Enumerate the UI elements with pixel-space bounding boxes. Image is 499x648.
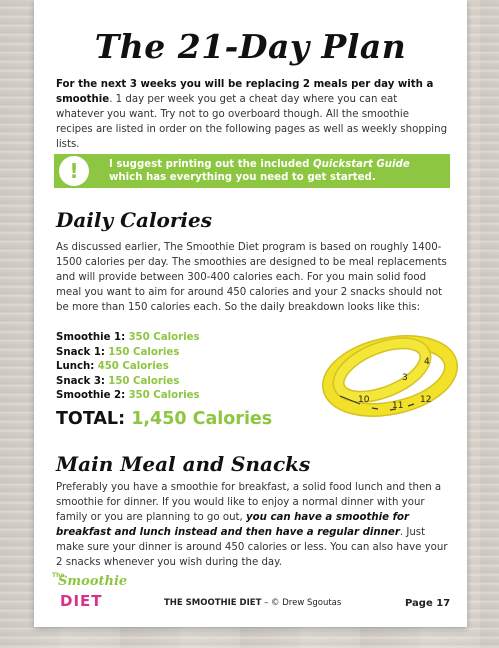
daily-calories-paragraph: As discussed earlier, The Smoothie Diet …	[56, 242, 447, 313]
svg-text:3: 3	[402, 373, 408, 383]
daily-calories-heading: Daily Calories	[56, 208, 213, 232]
document-page: The 21-Day Plan For the next 3 weeks you…	[34, 0, 467, 627]
list-item: Snack 1: 150 Calories	[56, 346, 296, 361]
item-value: 450 Calories	[97, 361, 169, 373]
footer-author: – © Drew Sgoutas	[261, 598, 342, 608]
item-value: 350 Calories	[128, 390, 200, 402]
tip-guide-name: Quickstart Guide	[312, 159, 410, 170]
intro-rest: . 1 day per week you get a cheat day whe…	[56, 94, 448, 150]
smoothie-diet-logo: The Smoothie DIET	[44, 572, 127, 616]
logo-smoothie: Smoothie	[58, 574, 128, 589]
tip-text: I suggest printing out the included Quic…	[109, 158, 439, 184]
item-label: Lunch:	[56, 361, 95, 373]
item-label: Smoothie 1:	[56, 332, 126, 343]
calorie-breakdown-list: Smoothie 1: 350 Calories Snack 1: 150 Ca…	[56, 331, 296, 404]
footer-credit: THE SMOOTHIE DIET – © Drew Sgoutas	[164, 598, 341, 608]
tip-banner: ! I suggest printing out the included Qu…	[54, 154, 450, 188]
list-item: Snack 3: 150 Calories	[56, 375, 296, 390]
list-item: Lunch: 450 Calories	[56, 360, 296, 375]
logo-diet: DIET	[60, 592, 103, 610]
total-calories: TOTAL: 1,450 Calories	[56, 409, 272, 429]
item-value: 150 Calories	[108, 375, 180, 387]
tip-after: which has everything you need to get sta…	[109, 172, 376, 183]
item-value: 150 Calories	[108, 346, 180, 358]
main-meal-paragraph: Preferably you have a smoothie for break…	[56, 480, 448, 570]
item-value: 350 Calories	[128, 332, 200, 343]
total-value: 1,450 Calories	[131, 409, 273, 429]
list-item: Smoothie 2: 350 Calories	[56, 389, 296, 404]
page-number: Page 17	[405, 598, 451, 609]
item-label: Snack 1:	[56, 346, 105, 358]
main-meal-heading: Main Meal and Snacks	[56, 452, 311, 476]
total-label: TOTAL:	[56, 409, 126, 429]
list-item: Smoothie 1: 350 Calories	[56, 331, 296, 346]
svg-text:12: 12	[420, 395, 431, 405]
tip-before: I suggest printing out the included	[109, 159, 313, 170]
intro-paragraph: For the next 3 weeks you will be replaci…	[56, 77, 448, 152]
page-title: The 21-Day Plan	[94, 27, 407, 66]
svg-text:10: 10	[358, 395, 370, 405]
measuring-tape-image: 10 11 12 3 4	[321, 335, 459, 417]
svg-text:4: 4	[424, 357, 430, 367]
exclamation-icon: !	[59, 156, 89, 186]
svg-text:11: 11	[392, 401, 403, 411]
item-label: Smoothie 2:	[56, 390, 126, 402]
item-label: Snack 3:	[56, 375, 105, 387]
footer-brand: THE SMOOTHIE DIET	[164, 598, 262, 608]
